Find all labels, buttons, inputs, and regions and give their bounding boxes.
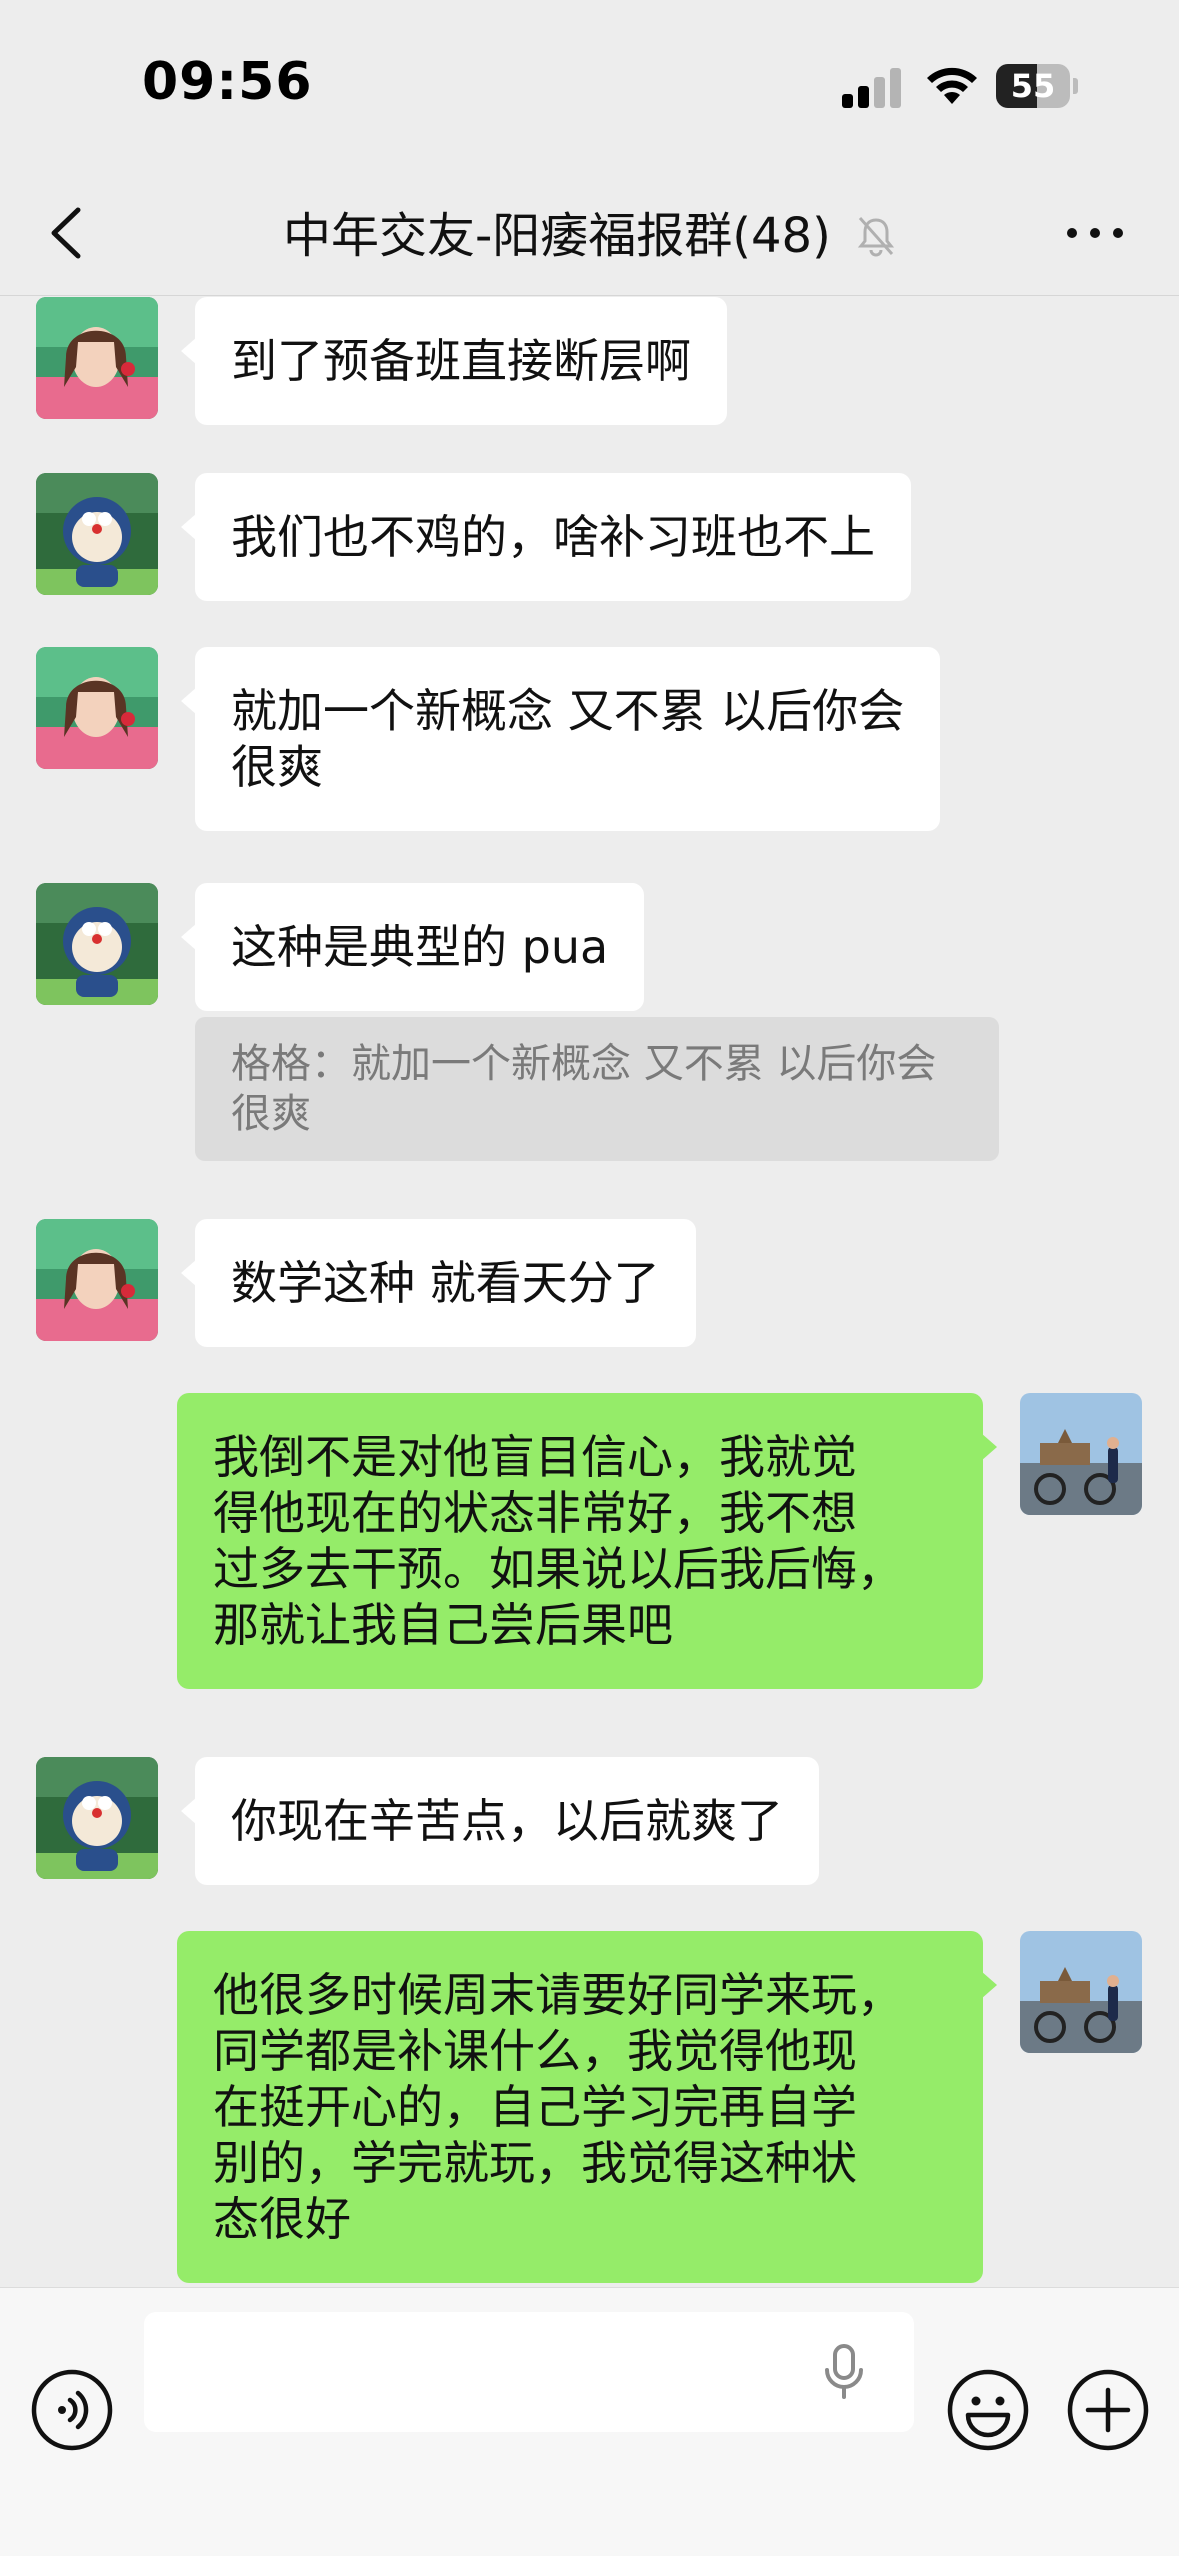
message-text-line: 过多去干预。如果说以后我后悔， [213, 1542, 903, 1596]
woman-avatar[interactable] [36, 647, 158, 769]
nav-bar: 中年交友-阳痿福报群(48) [0, 170, 1179, 296]
bell-slash-icon [857, 217, 895, 257]
cellular-signal-icon [842, 68, 901, 108]
message-text-line: 得他现在的状态非常好，我不想 [213, 1486, 857, 1540]
microphone-icon[interactable] [822, 2344, 866, 2400]
chat-title-text: 中年交友-阳痿福报群(48) [282, 208, 831, 264]
message-text-line: 那就让我自己尝后果吧 [213, 1598, 673, 1652]
message-text: 我们也不鸡的，啥补习班也不上 [231, 510, 875, 564]
battery-level: 55 [1010, 67, 1056, 105]
message-text: 数学这种 就看天分了 [231, 1256, 660, 1310]
doraemon-avatar[interactable] [36, 1757, 158, 1879]
quote-text-line: 格格：就加一个新概念 又不累 以后你会 [231, 1041, 937, 1087]
message-bubble[interactable]: 这种是典型的 pua [180, 883, 645, 1011]
status-bar: 09:56 55 [0, 0, 1179, 170]
message-text-line: 态很好 [213, 2192, 351, 2246]
cyclist-avatar[interactable] [1020, 1931, 1142, 2053]
message-text-line: 很爽 [231, 740, 323, 794]
message-bubble[interactable]: 他很多时候周末请要好同学来玩， 同学都是补课什么，我觉得他现 在挺开心的，自己学… [177, 1931, 997, 2283]
plus-icon[interactable] [1066, 2368, 1150, 2452]
message-text-line: 在挺开心的，自己学习完再自学 [213, 2080, 857, 2134]
input-bar [0, 2287, 1179, 2556]
wifi-icon [927, 67, 977, 104]
voice-icon[interactable] [30, 2368, 114, 2452]
battery-icon: 55 [996, 64, 1078, 108]
message-bubble[interactable]: 就加一个新概念 又不累 以后你会 很爽 [180, 647, 941, 831]
message-text-line: 同学都是补课什么，我觉得他现 [213, 2024, 857, 2078]
quote-text-line: 很爽 [231, 1091, 311, 1137]
message-bubble[interactable]: 数学这种 就看天分了 [181, 1219, 696, 1347]
cyclist-avatar[interactable] [1020, 1393, 1142, 1515]
message-text-line: 他很多时候周末请要好同学来玩， [213, 1968, 903, 2022]
message-text-line: 别的，学完就玩，我觉得这种状 [213, 2136, 857, 2190]
emoji-icon[interactable] [946, 2368, 1030, 2452]
woman-avatar[interactable] [36, 1219, 158, 1341]
status-time: 09:56 [142, 52, 313, 112]
message-text-line: 就加一个新概念 又不累 以后你会 [231, 684, 905, 738]
more-ellipsis-icon[interactable] [1060, 200, 1130, 266]
message-text: 你现在辛苦点，以后就爽了 [231, 1794, 783, 1848]
message-bubble[interactable]: 我们也不鸡的，啥补习班也不上 [181, 473, 911, 601]
message-text: 到了预备班直接断层啊 [231, 334, 691, 388]
doraemon-avatar[interactable] [36, 473, 158, 595]
message-text-line: 我倒不是对他盲目信心，我就觉 [213, 1430, 857, 1484]
doraemon-avatar[interactable] [36, 883, 158, 1005]
chat-message-list[interactable]: 到了预备班直接断层啊 我们也不鸡的，啥补习班也不上 就加一个新概念 又不累 以后… [0, 297, 1179, 2287]
quoted-reply[interactable]: 格格：就加一个新概念 又不累 以后你会 很爽 [195, 1017, 999, 1161]
message-bubble[interactable]: 我倒不是对他盲目信心，我就觉 得他现在的状态非常好，我不想 过多去干预。如果说以… [177, 1393, 997, 1689]
message-input[interactable] [144, 2312, 914, 2432]
message-bubble[interactable]: 到了预备班直接断层啊 [181, 297, 727, 425]
message-bubble[interactable]: 你现在辛苦点，以后就爽了 [181, 1757, 819, 1885]
woman-avatar[interactable] [36, 297, 158, 419]
chat-title: 中年交友-阳痿福报群(48) [0, 198, 1179, 268]
message-text: 这种是典型的 pua [231, 920, 609, 974]
